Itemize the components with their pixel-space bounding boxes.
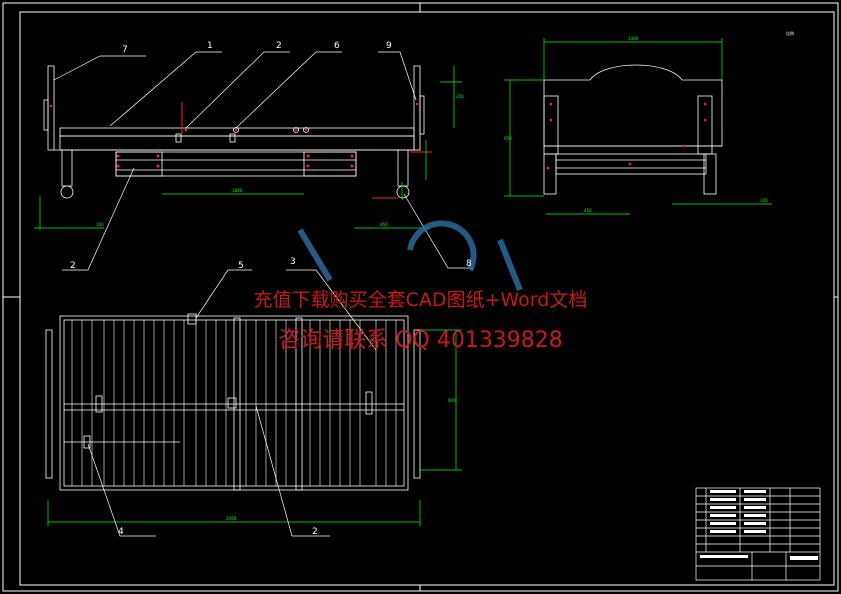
balloon-2-left: 2 (70, 261, 76, 271)
front-view-markers (49, 102, 419, 168)
side-view-dim-text: 1000 950 450 100 比例 (504, 30, 794, 213)
side-view-markers (546, 102, 707, 170)
svg-text:450: 450 (584, 208, 592, 213)
svg-text:2000: 2000 (226, 516, 237, 521)
svg-text:200: 200 (456, 94, 464, 99)
balloon-4: 4 (118, 527, 124, 537)
balloon-1: 1 (207, 41, 213, 51)
side-view (543, 64, 723, 195)
svg-text:160: 160 (96, 222, 104, 227)
svg-text:100: 100 (760, 198, 768, 203)
svg-text:1800: 1800 (232, 188, 243, 193)
balloon-7: 7 (122, 45, 128, 55)
watermark-line-2: 咨询请联系 QQ 401339828 (278, 328, 563, 353)
balloon-8: 8 (466, 259, 472, 269)
svg-text:460: 460 (380, 222, 388, 227)
svg-text:比例: 比例 (786, 30, 794, 36)
front-view-dimensions (34, 66, 462, 230)
title-block-fill (700, 490, 818, 560)
balloon-9: 9 (386, 41, 392, 51)
balloon-5: 5 (238, 261, 244, 271)
balloon-2-top: 2 (276, 41, 282, 51)
front-view-dim-text: 1800 460 160 200 (96, 94, 464, 227)
front-view (43, 65, 425, 199)
watermark-logo (297, 220, 523, 292)
title-block (695, 487, 821, 581)
svg-text:950: 950 (504, 136, 512, 141)
balloon-2-bottom: 2 (312, 527, 318, 537)
svg-text:900: 900 (448, 398, 456, 403)
balloon-6: 6 (334, 41, 340, 51)
balloon-3: 3 (290, 257, 296, 267)
front-view-leaders (53, 51, 474, 271)
svg-text:1000: 1000 (628, 36, 639, 41)
top-view-dim-text: 2000 900 (226, 398, 456, 521)
watermark-line-1: 充值下载购买全套CAD图纸+Word文档 (253, 289, 588, 311)
top-view-dimensions (47, 329, 462, 526)
